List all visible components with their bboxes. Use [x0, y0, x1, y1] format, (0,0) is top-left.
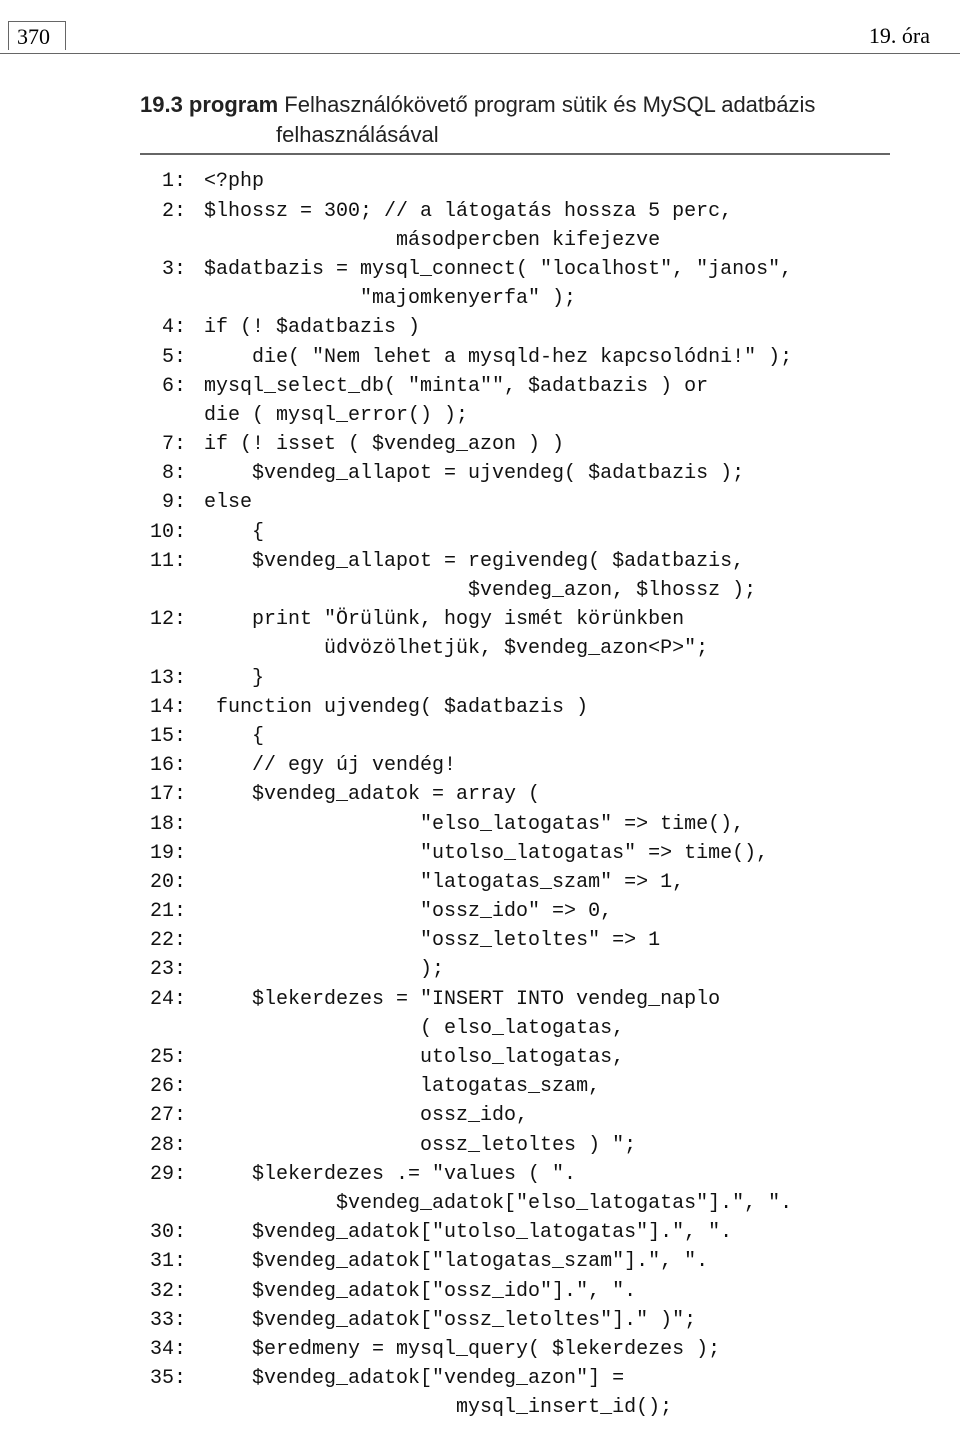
line-number [140, 1014, 186, 1043]
line-number: 9: [140, 488, 186, 517]
line-number: 16: [140, 751, 186, 780]
line-number: 13: [140, 664, 186, 693]
running-header: 370 19. óra [0, 20, 960, 54]
line-number: 17: [140, 780, 186, 809]
line-number: 5: [140, 343, 186, 372]
line-number: 21: [140, 897, 186, 926]
code-listing: 1: <?php 2: $lhossz = 300; // a látogatá… [140, 161, 890, 1422]
line-number: 23: [140, 955, 186, 984]
line-number: 18: [140, 810, 186, 839]
line-number: 25: [140, 1043, 186, 1072]
line-number: 12: [140, 605, 186, 634]
caption-title-line-1: Felhasználókövető program sütik és MySQL… [278, 92, 815, 117]
line-number: 2: [140, 197, 186, 226]
line-number: 15: [140, 722, 186, 751]
line-number: 1: [140, 167, 186, 196]
caption-prefix: 19.3 program [140, 92, 278, 117]
line-number: 33: [140, 1306, 186, 1335]
line-number: 14: [140, 693, 186, 722]
line-number: 29: [140, 1160, 186, 1189]
program-caption: 19.3 program Felhasználókövető program s… [140, 90, 890, 155]
line-number: 26: [140, 1072, 186, 1101]
line-number: 27: [140, 1101, 186, 1130]
line-number: 3: [140, 255, 186, 284]
line-number: 6: [140, 372, 186, 401]
line-number: 10: [140, 518, 186, 547]
line-number [140, 284, 186, 313]
line-number [140, 226, 186, 255]
line-number: 19: [140, 839, 186, 868]
line-number: 20: [140, 868, 186, 897]
page-number: 370 [8, 21, 66, 50]
line-number [140, 634, 186, 663]
line-number [140, 576, 186, 605]
line-number [140, 1393, 186, 1422]
line-number: 11: [140, 547, 186, 576]
line-number: 28: [140, 1131, 186, 1160]
line-number: 4: [140, 313, 186, 342]
line-number: 24: [140, 985, 186, 1014]
caption-title-line-2: felhasználásával [140, 120, 890, 150]
line-number: 35: [140, 1364, 186, 1393]
page-content: 19.3 program Felhasználókövető program s… [0, 90, 960, 1422]
line-number: 32: [140, 1277, 186, 1306]
line-number: 7: [140, 430, 186, 459]
line-number: 22: [140, 926, 186, 955]
chapter-title: 19. óra [869, 23, 930, 49]
line-number: 31: [140, 1247, 186, 1276]
line-number: 8: [140, 459, 186, 488]
line-number [140, 401, 186, 430]
line-number [140, 1189, 186, 1218]
line-number: 30: [140, 1218, 186, 1247]
line-number: 34: [140, 1335, 186, 1364]
